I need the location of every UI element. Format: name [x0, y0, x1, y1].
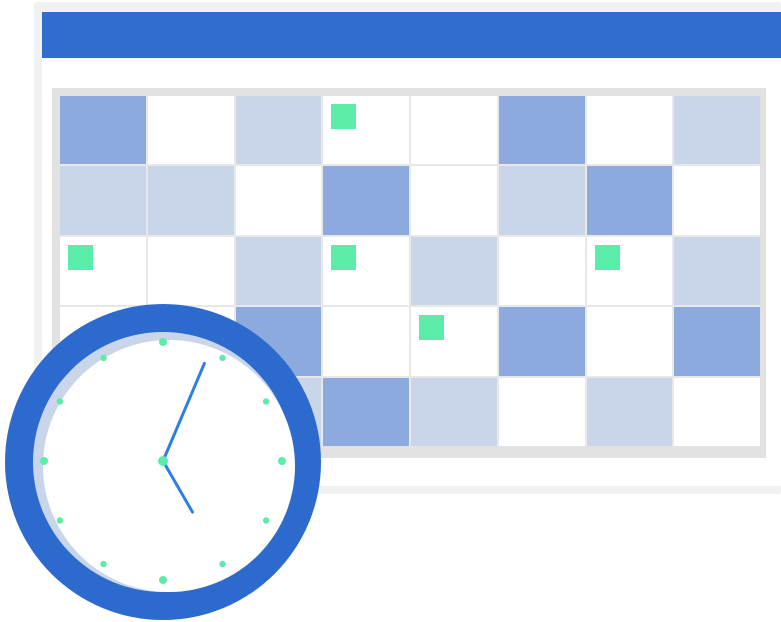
- clock-center-pin: [158, 456, 168, 466]
- clock-tick-dot: [219, 560, 226, 568]
- clock-tick-dot: [56, 398, 64, 405]
- clock-face: [43, 340, 295, 592]
- clock-tick-dot: [100, 560, 107, 568]
- clock-icon: [5, 304, 321, 620]
- clock-tick-dot: [219, 354, 226, 362]
- clock-tick-dot: [40, 457, 48, 465]
- clock-tick-dot: [56, 517, 64, 524]
- clock-tick-dot: [159, 576, 167, 584]
- clock-tick-dot: [100, 354, 107, 362]
- clock-tick-dot: [262, 398, 270, 405]
- clock-tick-dot: [159, 338, 167, 346]
- clock-tick-dot: [278, 457, 286, 465]
- clock-tick-dot: [262, 517, 270, 524]
